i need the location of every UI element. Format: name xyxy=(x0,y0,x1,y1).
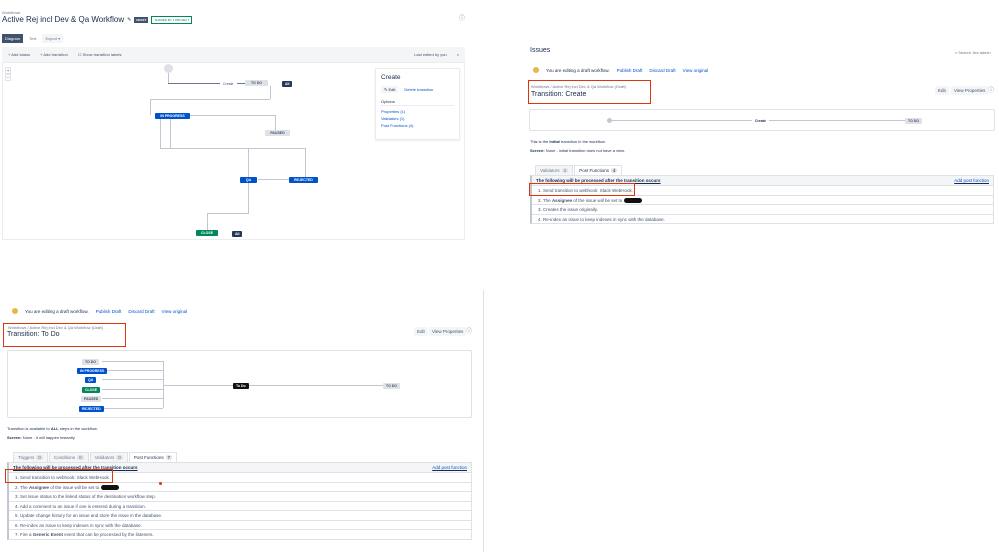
transition-panel: Create ✎ Edit Delete transition Options … xyxy=(375,68,460,140)
post-functions-link[interactable]: Post Functions (4) xyxy=(381,123,454,128)
show-labels-label: Show transition labels xyxy=(82,52,122,57)
highlight-box xyxy=(5,469,113,483)
status-todo: TO DO xyxy=(82,359,100,365)
banner-text: You are editing a draft workflow. xyxy=(25,308,89,314)
highlight-box xyxy=(529,183,635,196)
status-rejected: REJECTED xyxy=(79,406,104,412)
tab-diagram[interactable]: Diagram xyxy=(2,34,24,43)
redacted-mark xyxy=(623,197,642,203)
help-icon[interactable]: ⓘ xyxy=(459,13,465,22)
banner-text: You are editing a draft workflow. xyxy=(546,67,610,73)
properties-link[interactable]: Properties (1) xyxy=(381,109,454,114)
red-dot-marker xyxy=(159,482,162,485)
redacted-mark xyxy=(100,484,119,490)
highlight-box xyxy=(3,323,126,347)
status-qa[interactable]: QA xyxy=(240,177,257,183)
table-row[interactable]: 5. Update change history for an issue an… xyxy=(9,510,471,520)
delete-transition-link[interactable]: Delete transition xyxy=(404,87,433,92)
shared-badge[interactable]: SHARED BY 1 PROJECT xyxy=(151,15,193,24)
screen-info: Screen: None - initial transition does n… xyxy=(530,148,625,153)
app-title: Issues xyxy=(530,47,551,54)
transition-diagram: TO DO IN PROGRESS QA CLOSE PAUSED REJECT… xyxy=(7,350,472,418)
status-rejected[interactable]: REJECTED xyxy=(289,177,318,183)
discard-draft-link[interactable]: Discard Draft xyxy=(128,309,154,314)
status-paused[interactable]: PAUSED xyxy=(265,130,290,136)
view-properties-button[interactable]: View Properties xyxy=(429,327,467,336)
transition-label: To Do xyxy=(233,383,249,389)
table-row[interactable]: 4. Re-index an issue to keep indexes in … xyxy=(532,213,993,224)
transition-label: Create xyxy=(752,118,769,124)
tab-validators[interactable]: Validators 1 xyxy=(535,165,574,175)
view-original-link[interactable]: View original xyxy=(162,309,187,314)
publish-draft-link[interactable]: Publish Draft xyxy=(617,68,643,73)
status-close[interactable]: CLOSE xyxy=(196,230,218,236)
screen-info: Screen: None - it will happen instantly xyxy=(7,435,75,440)
last-edited: Last edited by you xyxy=(414,52,447,57)
close-icon[interactable]: × xyxy=(457,52,459,57)
search-label: Search Jira admin xyxy=(958,50,991,55)
add-post-function-link[interactable]: Add post function xyxy=(432,465,467,470)
warning-icon xyxy=(12,308,18,314)
transition-description: This is the initial transition in the wo… xyxy=(530,139,606,144)
status-paused: PAUSED xyxy=(81,396,102,402)
start-node[interactable] xyxy=(164,64,173,73)
status-in-progress[interactable]: IN PROGRESS xyxy=(155,113,190,119)
tab-text[interactable]: Text xyxy=(26,34,39,43)
zoom-out-button[interactable]: − xyxy=(5,74,11,81)
export-dropdown[interactable]: Export ▾ xyxy=(42,34,64,43)
table-row[interactable]: 6. Re-index an issue to keep indexes in … xyxy=(9,519,471,530)
warning-icon xyxy=(533,67,539,73)
show-labels-checkbox[interactable]: ☐ Show transition labels xyxy=(78,52,122,57)
global-transition-badge[interactable]: All xyxy=(232,231,243,237)
view-properties-button[interactable]: View Properties xyxy=(951,86,989,95)
add-transition-button[interactable]: + Add transition xyxy=(40,52,68,57)
edit-button[interactable]: Edit xyxy=(414,327,428,336)
status-todo[interactable]: TO DO xyxy=(245,80,268,86)
status-qa: QA xyxy=(85,377,97,383)
status-todo-target: TO DO xyxy=(383,383,401,389)
table-row[interactable]: 3. Creates the issue originally. xyxy=(532,204,993,214)
zoom-in-button[interactable]: + xyxy=(5,67,11,74)
pencil-icon[interactable]: ✎ xyxy=(127,17,131,23)
validators-link[interactable]: Validators (1) xyxy=(381,116,454,121)
page-title: Active Rej incl Dev & Qa Workflow xyxy=(2,15,125,24)
transition-diagram: Create TO DO xyxy=(529,109,995,131)
tab-post-functions[interactable]: Post Functions 7 xyxy=(128,452,178,462)
view-original-link[interactable]: View original xyxy=(683,68,708,73)
tab-post-functions[interactable]: Post Functions 4 xyxy=(574,165,623,175)
panel-title: Create xyxy=(381,74,401,81)
edit-button[interactable]: ✎ Edit xyxy=(381,86,399,93)
publish-draft-link[interactable]: Publish Draft xyxy=(96,309,122,314)
transition-label-create[interactable]: Create xyxy=(220,81,237,87)
status-close: CLOSE xyxy=(82,387,101,393)
search-admin[interactable]: ⌕ Search Jira admin xyxy=(955,50,991,55)
table-row[interactable]: 3. Set issue status to the linked status… xyxy=(9,491,471,501)
tab-validators[interactable]: Validators 0 xyxy=(89,452,128,462)
transition-description: Transition is available to ALL steps in … xyxy=(7,426,98,431)
global-transition-badge[interactable]: All xyxy=(282,81,293,87)
help-icon[interactable]: ⓘ xyxy=(988,85,994,94)
discard-draft-link[interactable]: Discard Draft xyxy=(649,68,675,73)
add-post-function-link[interactable]: Add post function xyxy=(954,178,989,183)
tab-triggers[interactable]: Triggers 0 xyxy=(13,452,48,462)
draft-badge: DRAFT xyxy=(134,16,149,23)
table-row[interactable]: 7. Fire a Generic Event event that can b… xyxy=(9,529,471,539)
status-in-progress: IN PROGRESS xyxy=(77,368,108,374)
divider xyxy=(483,290,484,552)
status-todo: TO DO xyxy=(905,118,923,124)
add-status-button[interactable]: + Add status xyxy=(8,52,30,57)
tab-conditions[interactable]: Conditions 0 xyxy=(48,452,89,462)
options-heading: Options xyxy=(381,99,454,106)
highlight-box xyxy=(528,80,651,104)
help-icon[interactable]: ⓘ xyxy=(466,326,472,335)
edit-button[interactable]: Edit xyxy=(935,86,949,95)
table-row[interactable]: 4. Add a comment to an issue if one is e… xyxy=(9,500,471,511)
